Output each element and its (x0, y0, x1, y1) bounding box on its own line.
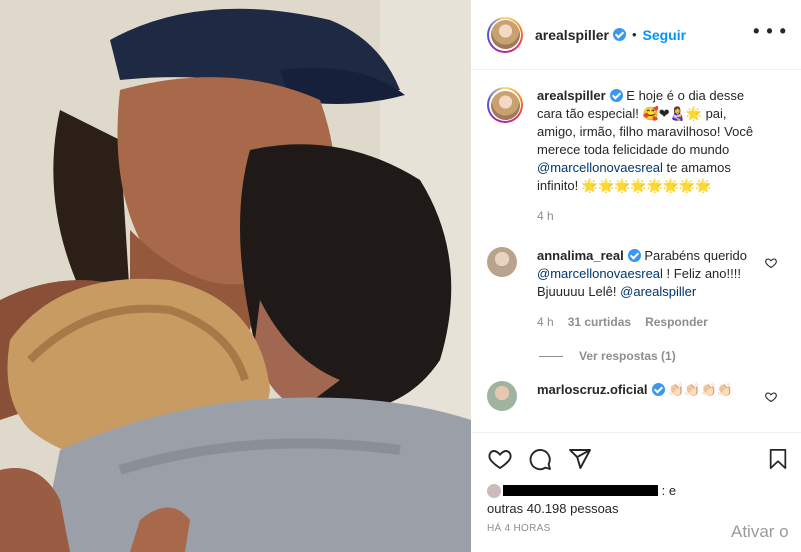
author-avatar[interactable] (487, 16, 523, 53)
action-bar (471, 432, 801, 482)
comment-text: 👏🏻👏🏻👏🏻👏🏻 (668, 382, 733, 397)
comment-time[interactable]: 4 h (537, 313, 554, 331)
liker-avatar (487, 484, 501, 498)
replies-divider (539, 355, 563, 357)
comment-username[interactable]: annalima_real (537, 248, 624, 263)
post-side-panel: arealspiller • Seguir • • • arealspiller… (471, 0, 801, 552)
post-header: arealspiller • Seguir • • • (471, 0, 801, 70)
verified-badge-icon (612, 28, 626, 41)
view-replies-label: Ver respostas (1) (579, 349, 676, 363)
view-replies-button[interactable]: Ver respostas (1) (539, 349, 801, 363)
comment-text: Parabéns querido (644, 248, 747, 263)
comments-list[interactable]: arealspiller E hoje é o dia desse cara t… (471, 87, 801, 430)
share-send-icon[interactable] (567, 447, 593, 471)
likes-suffix: : e (661, 483, 677, 498)
likes-count[interactable]: outras 40.198 pessoas (487, 501, 619, 516)
caption-meta: 4 h (537, 207, 767, 225)
redacted-username (503, 485, 658, 496)
verified-badge-icon (627, 249, 641, 262)
ellipsis-icon[interactable]: • • • (753, 22, 787, 40)
reply-button[interactable]: Responder (645, 313, 708, 331)
comment-item: annalima_real Parabéns querido @marcello… (471, 247, 801, 331)
post-photo[interactable] (0, 0, 471, 552)
caption: arealspiller E hoje é o dia desse cara t… (471, 87, 801, 225)
post-image (0, 0, 471, 552)
comment-mention-2[interactable]: @arealspiller (620, 284, 696, 299)
comment-item: marloscruz.oficial 👏🏻👏🏻👏🏻👏🏻 (471, 381, 801, 411)
comment-avatar[interactable] (487, 381, 517, 411)
caption-time[interactable]: 4 h (537, 207, 554, 225)
like-comment-heart-icon[interactable] (765, 391, 777, 403)
verified-badge-icon (609, 89, 623, 102)
like-heart-icon[interactable] (487, 447, 513, 471)
follow-button[interactable]: Seguir (643, 27, 687, 43)
comment-mention[interactable]: @marcellonovaesreal (537, 266, 663, 281)
author-username[interactable]: arealspiller (535, 27, 609, 43)
post-timestamp[interactable]: HÁ 4 HORAS (487, 523, 551, 534)
separator-dot: • (631, 27, 637, 42)
comment-likes[interactable]: 31 curtidas (568, 313, 631, 331)
caption-mention[interactable]: @marcellonovaesreal (537, 160, 663, 175)
activation-watermark: Ativar o (731, 522, 789, 541)
bookmark-icon[interactable] (767, 447, 789, 471)
like-comment-heart-icon[interactable] (765, 257, 777, 269)
caption-avatar[interactable] (487, 87, 523, 123)
comment-avatar[interactable] (487, 247, 517, 277)
comment-bubble-icon[interactable] (527, 447, 553, 471)
verified-badge-icon (651, 383, 665, 396)
caption-username[interactable]: arealspiller (537, 88, 606, 103)
comment-meta: 4 h 31 curtidas Responder (537, 313, 767, 331)
comment-username[interactable]: marloscruz.oficial (537, 382, 648, 397)
likes-summary[interactable]: : e outras 40.198 pessoas (487, 482, 676, 518)
